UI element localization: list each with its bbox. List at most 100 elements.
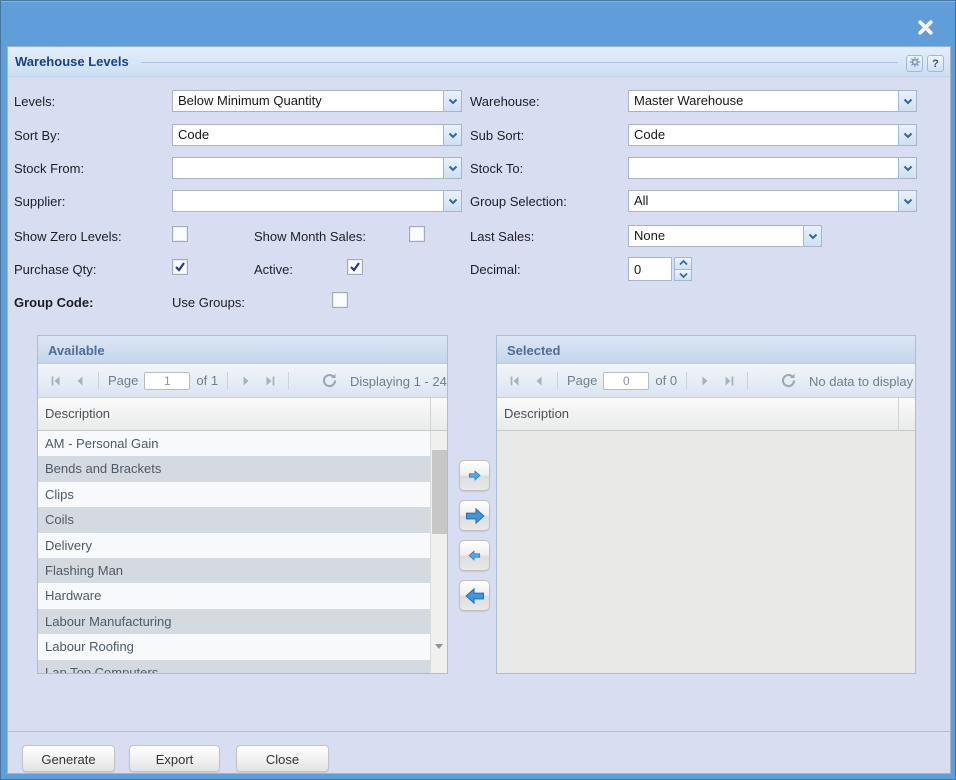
toolbar-separator [557,372,558,389]
scroll-down-icon[interactable] [435,649,443,667]
window-titlebar [1,1,955,46]
first-page-icon [508,374,522,388]
help-button[interactable]: ? [927,55,944,72]
toolbar-separator [686,372,687,389]
settings-button[interactable] [906,55,923,72]
export-button[interactable]: Export [129,745,220,772]
selected-panel-header: Selected [497,336,915,364]
supplier-select[interactable] [172,190,462,212]
page-number-input[interactable] [144,372,190,390]
gear-icon [909,56,921,71]
page-of-label: of 0 [655,373,677,388]
stock-to-select[interactable] [628,157,917,179]
scrollbar-thumb[interactable] [432,450,447,534]
close-dialog-button[interactable]: Close [236,745,329,772]
levels-select[interactable]: Below Minimum Quantity [172,90,462,112]
help-icon: ? [932,58,939,70]
purchase-qty-checkbox[interactable] [172,259,188,275]
refresh-button[interactable] [780,372,798,390]
prev-page-button[interactable] [71,372,89,390]
chevron-down-icon[interactable] [443,91,461,111]
spinner-up-button[interactable] [674,257,692,270]
transfer-all-right-button[interactable] [459,500,490,531]
toolbar-separator [98,372,99,389]
next-page-icon [239,374,253,388]
selected-list [497,431,915,673]
arrow-left-icon [467,548,482,563]
list-item[interactable]: Lap Top Computers [38,660,430,673]
close-button[interactable] [913,18,937,42]
sort-by-value: Code [173,125,443,145]
chevron-down-icon[interactable] [898,91,916,111]
show-zero-levels-label: Show Zero Levels: [14,229,122,244]
last-sales-select[interactable]: None [628,225,822,247]
show-zero-levels-checkbox[interactable] [172,226,188,242]
chevron-down-icon[interactable] [898,158,916,178]
levels-label: Levels: [14,94,55,109]
available-list: AM - Personal GainBends and BracketsClip… [38,431,447,673]
stock-from-value [173,158,443,178]
last-page-icon [722,374,736,388]
use-groups-checkbox[interactable] [332,292,348,308]
chevron-down-icon[interactable] [443,125,461,145]
sort-by-select[interactable]: Code [172,124,462,146]
refresh-icon [780,372,797,389]
column-header-description[interactable]: Description [38,398,447,431]
decimal-input[interactable] [628,257,672,281]
transfer-right-button[interactable] [459,460,490,491]
list-item[interactable]: AM - Personal Gain [38,431,430,456]
sub-sort-select[interactable]: Code [628,124,917,146]
decimal-spinner [674,257,692,281]
column-header-label: Description [504,406,569,421]
list-item[interactable]: Bends and Brackets [38,456,430,481]
stock-from-label: Stock From: [14,161,84,176]
footer-divider [8,731,950,732]
first-page-button[interactable] [506,372,524,390]
list-item[interactable]: Clips [38,482,430,507]
transfer-all-left-button[interactable] [459,580,490,611]
stock-from-select[interactable] [172,157,462,179]
prev-page-icon [532,374,546,388]
next-page-icon [698,374,712,388]
list-item[interactable]: Delivery [38,533,430,558]
prev-page-button[interactable] [530,372,548,390]
next-page-button[interactable] [237,372,255,390]
arrow-left-large-icon [464,585,486,607]
show-month-sales-checkbox[interactable] [409,226,425,242]
prev-page-icon [73,374,87,388]
next-page-button[interactable] [696,372,714,390]
first-page-button[interactable] [47,372,65,390]
list-item[interactable]: Labour Manufacturing [38,609,430,634]
show-month-sales-label: Show Month Sales: [254,229,366,244]
group-code-label: Group Code: [14,295,93,310]
arrow-right-icon [467,468,482,483]
transfer-left-button[interactable] [459,540,490,571]
active-checkbox[interactable] [347,259,363,275]
scrollbar[interactable] [430,431,447,673]
chevron-down-icon[interactable] [803,226,821,246]
warehouse-select[interactable]: Master Warehouse [628,90,917,112]
refresh-button[interactable] [321,372,339,390]
arrow-right-large-icon [464,505,486,527]
list-item[interactable]: Coils [38,507,430,532]
list-item[interactable]: Flashing Man [38,558,430,583]
list-item[interactable]: Labour Roofing [38,634,430,659]
selected-panel-title: Selected [497,336,915,358]
warehouse-label: Warehouse: [470,94,540,109]
chevron-down-icon[interactable] [898,191,916,211]
supplier-value [173,191,443,211]
group-selection-select[interactable]: All [628,190,917,212]
column-header-description[interactable]: Description [497,398,915,431]
spinner-down-button[interactable] [674,270,692,282]
last-page-button[interactable] [261,372,279,390]
toolbar-separator [227,372,228,389]
chevron-down-icon[interactable] [443,158,461,178]
list-item[interactable]: Hardware [38,583,430,608]
page-number-input[interactable] [603,372,649,390]
chevron-down-icon[interactable] [898,125,916,145]
chevron-down-icon[interactable] [443,191,461,211]
last-sales-value: None [629,226,803,246]
column-separator [430,398,431,430]
last-page-button[interactable] [720,372,738,390]
generate-button[interactable]: Generate [22,745,115,772]
